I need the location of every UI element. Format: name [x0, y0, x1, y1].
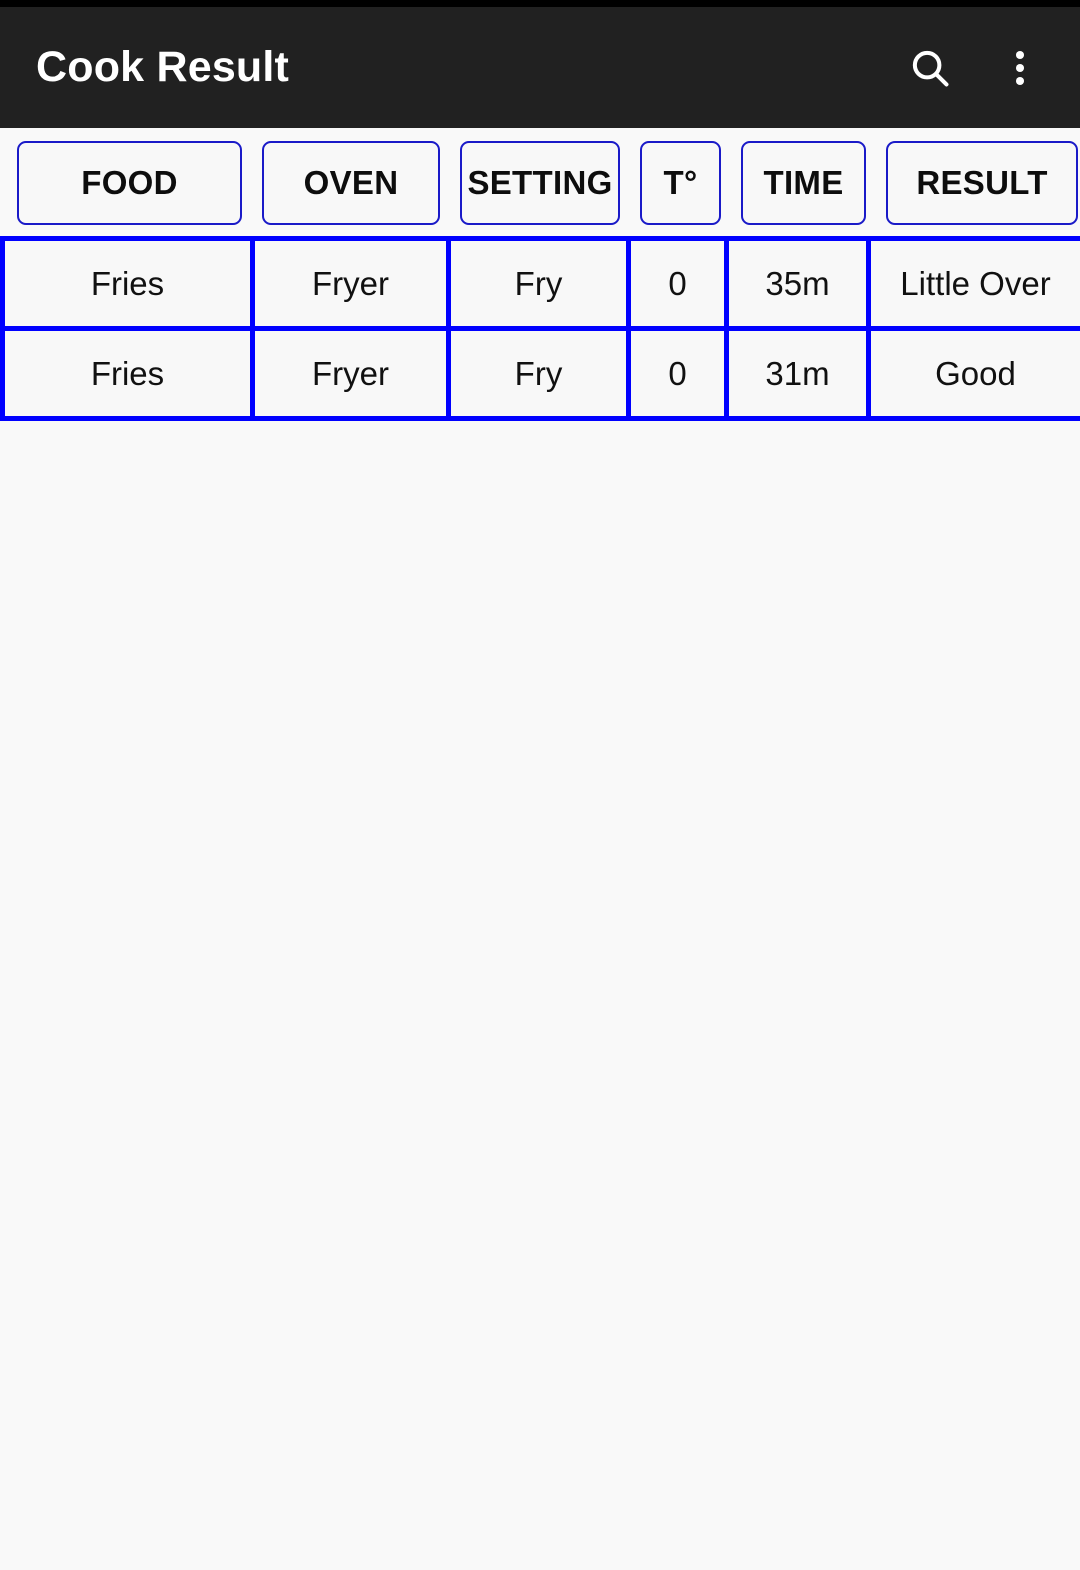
column-header-result[interactable]: RESULT — [886, 141, 1078, 225]
cell-result[interactable]: Little Over — [866, 236, 1080, 331]
overflow-menu-icon — [997, 45, 1043, 91]
cell-time[interactable]: 35m — [724, 236, 871, 331]
cell-temperature[interactable]: 0 — [626, 236, 729, 331]
overflow-menu-button[interactable] — [988, 36, 1052, 100]
column-header-time[interactable]: TIME — [741, 141, 866, 225]
cell-temperature[interactable]: 0 — [626, 326, 729, 421]
column-header-temperature[interactable]: T° — [640, 141, 721, 225]
cell-time[interactable]: 31m — [724, 326, 871, 421]
search-icon — [907, 45, 953, 91]
status-bar — [0, 0, 1080, 7]
app-bar-actions — [898, 36, 1052, 100]
cell-oven[interactable]: Fryer — [250, 326, 451, 421]
table-header-row: FOOD OVEN SETTING T° TIME RESULT — [0, 128, 1080, 236]
table-row[interactable]: Fries Fryer Fry 0 35m Little Over — [0, 236, 1080, 331]
column-header-setting[interactable]: SETTING — [460, 141, 620, 225]
cell-food[interactable]: Fries — [0, 326, 255, 421]
column-header-food[interactable]: FOOD — [17, 141, 242, 225]
cell-setting[interactable]: Fry — [446, 236, 631, 331]
column-header-label: T° — [663, 164, 698, 201]
column-header-label: SETTING — [467, 164, 613, 201]
cell-oven[interactable]: Fryer — [250, 236, 451, 331]
cell-food[interactable]: Fries — [0, 236, 255, 331]
column-header-label: TIME — [763, 164, 844, 201]
cook-result-table: Fries Fryer Fry 0 35m Little Over Fries … — [0, 236, 1080, 421]
column-header-oven[interactable]: OVEN — [262, 141, 440, 225]
cell-result[interactable]: Good — [866, 326, 1080, 421]
search-button[interactable] — [898, 36, 962, 100]
app-screen: Cook Result FOOD OVEN SETTING T° TIME RE… — [0, 0, 1080, 1570]
column-header-label: OVEN — [303, 164, 399, 201]
empty-content-area — [0, 421, 1080, 1570]
app-bar: Cook Result — [0, 7, 1080, 128]
page-title: Cook Result — [36, 43, 290, 91]
column-header-label: RESULT — [916, 164, 1048, 201]
table-row[interactable]: Fries Fryer Fry 0 31m Good — [0, 326, 1080, 421]
cell-setting[interactable]: Fry — [446, 326, 631, 421]
column-header-label: FOOD — [81, 164, 178, 201]
